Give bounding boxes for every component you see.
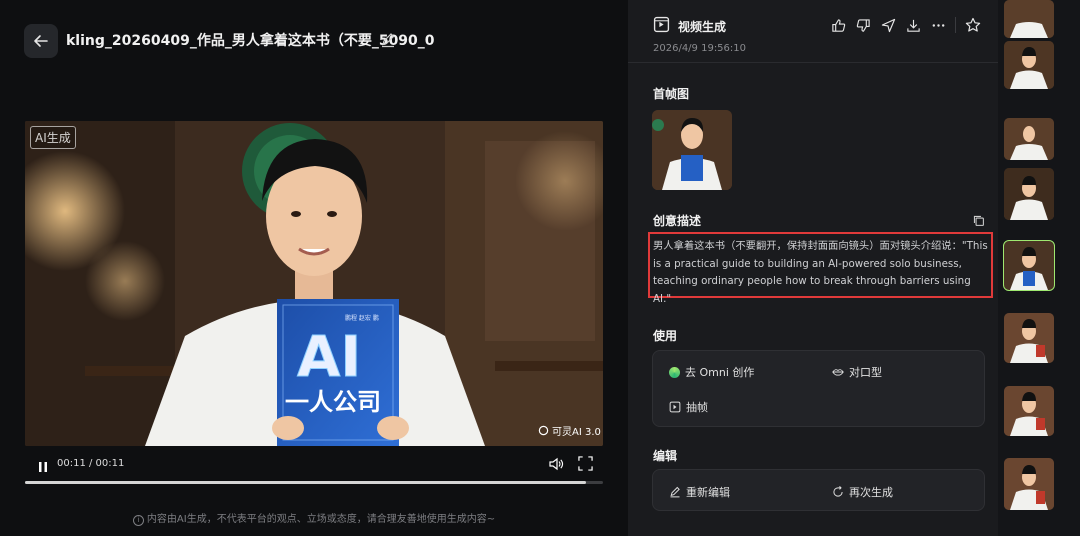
book-title-cn: 一人公司	[285, 388, 381, 416]
playback-time: 00:11 / 00:11	[57, 458, 125, 469]
history-thumbnail[interactable]	[1004, 168, 1054, 220]
kling-watermark-text: 可灵AI 3.0	[552, 427, 601, 438]
panel-date: 2026/4/9 19:56:10	[653, 43, 747, 54]
omni-icon	[669, 366, 680, 378]
thumbs-down-icon	[856, 18, 870, 32]
volume-button[interactable]	[548, 456, 564, 476]
download-button[interactable]	[904, 16, 922, 34]
refresh-icon	[833, 486, 843, 497]
use-card	[652, 350, 985, 427]
ai-generated-watermark: AI生成	[30, 126, 76, 149]
prompt-label: 创意描述	[653, 214, 702, 228]
video-player[interactable]: 鹏程 赵宏 鹏 AI 一人公司	[25, 121, 603, 446]
copy-prompt-button[interactable]	[972, 212, 985, 231]
first-frame-illustration	[652, 110, 732, 190]
frame-extract-icon	[669, 401, 681, 413]
kling-logo-icon	[538, 425, 549, 436]
kling-watermark: 可灵AI 3.0	[538, 423, 601, 438]
extract-frame-label: 抽帧	[686, 401, 708, 414]
history-thumbnail[interactable]	[1004, 0, 1054, 38]
re-edit-button[interactable]: 重新编辑	[669, 484, 730, 500]
history-thumbnail[interactable]	[1004, 118, 1054, 160]
lip-sync-button[interactable]: 对口型	[832, 364, 882, 380]
extract-frame-button[interactable]: 抽帧	[669, 399, 708, 415]
book-small-text: 鹏程 赵宏 鹏	[345, 314, 379, 322]
star-icon	[965, 17, 981, 32]
fullscreen-icon	[578, 456, 593, 471]
like-button[interactable]	[829, 16, 847, 34]
prompt-text: 男人拿着这本书（不要翻开，保持封面面向镜头）面对镜头介绍说："This is a…	[653, 240, 988, 305]
ai-disclaimer-text: 内容由AI生成，不代表平台的观点、立场或态度，请合理友善地使用生成内容~	[146, 514, 496, 525]
panel-title: 视频生成	[678, 20, 727, 34]
more-button[interactable]	[929, 16, 947, 34]
progress-bar-fill	[25, 481, 586, 484]
rename-icon[interactable]	[380, 32, 396, 52]
share-button[interactable]	[879, 16, 897, 34]
info-icon: i	[132, 515, 144, 526]
favorite-button[interactable]	[964, 16, 982, 34]
header-separator	[628, 62, 998, 63]
first-frame-thumbnail[interactable]	[652, 110, 732, 190]
history-thumbnail[interactable]	[1004, 41, 1054, 89]
copy-icon	[973, 215, 984, 226]
fullscreen-button[interactable]	[578, 456, 593, 475]
volume-icon	[549, 457, 564, 471]
video-generation-icon	[653, 16, 670, 37]
re-edit-label: 重新编辑	[686, 486, 730, 499]
thumbs-up-icon	[831, 18, 845, 32]
pause-icon	[39, 462, 47, 472]
lips-icon	[832, 369, 844, 376]
more-icon	[932, 23, 944, 27]
header-divider	[955, 17, 956, 33]
book-title-ai: AI	[297, 325, 361, 390]
download-icon	[906, 19, 920, 32]
first-frame-label: 首帧图	[653, 87, 690, 101]
use-label: 使用	[653, 329, 678, 343]
edit-label: 编辑	[653, 449, 678, 463]
history-thumbnail[interactable]	[1004, 386, 1054, 436]
regenerate-label: 再次生成	[849, 486, 893, 499]
arrow-left-icon	[34, 35, 48, 47]
send-icon	[881, 18, 895, 32]
back-button[interactable]	[24, 24, 58, 58]
pencil-icon	[670, 486, 680, 498]
video-frame-illustration: 鹏程 赵宏 鹏 AI 一人公司	[25, 121, 603, 446]
dislike-button[interactable]	[854, 16, 872, 34]
omni-create-label: 去 Omni 创作	[685, 366, 755, 379]
omni-create-button[interactable]: 去 Omni 创作	[669, 364, 754, 380]
regenerate-button[interactable]: 再次生成	[832, 484, 893, 500]
pause-button[interactable]	[37, 458, 49, 477]
history-thumbnail[interactable]	[1004, 458, 1054, 510]
lip-sync-label: 对口型	[849, 366, 882, 379]
history-thumbnail[interactable]	[1004, 313, 1054, 363]
history-thumbnail-selected[interactable]	[1003, 240, 1055, 291]
ai-disclaimer: i 内容由AI生成，不代表平台的观点、立场或态度，请合理友善地使用生成内容~	[0, 510, 628, 526]
